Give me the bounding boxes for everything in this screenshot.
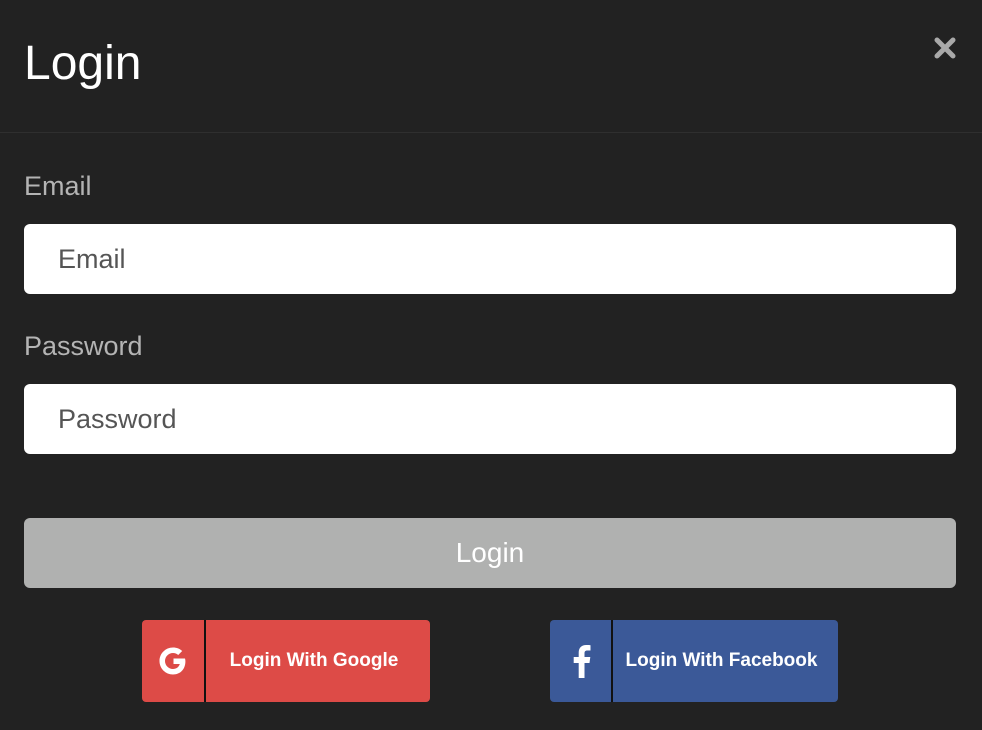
facebook-icon xyxy=(550,620,613,702)
password-label: Password xyxy=(24,331,143,361)
login-modal: Login Email Password Login Login With Go… xyxy=(0,0,982,730)
email-field[interactable] xyxy=(24,224,956,294)
facebook-button-label: Login With Facebook xyxy=(625,650,818,671)
close-icon xyxy=(934,37,956,59)
password-field[interactable] xyxy=(24,384,956,454)
modal-title: Login xyxy=(24,37,142,90)
close-button[interactable] xyxy=(931,34,959,62)
login-with-facebook-button[interactable]: Login With Facebook xyxy=(550,620,838,702)
google-icon xyxy=(142,620,206,702)
google-button-label: Login With Google xyxy=(229,650,399,671)
login-button[interactable]: Login xyxy=(24,518,956,588)
modal-header: Login xyxy=(0,0,982,133)
login-with-google-button[interactable]: Login With Google xyxy=(142,620,430,702)
email-label: Email xyxy=(24,171,92,201)
